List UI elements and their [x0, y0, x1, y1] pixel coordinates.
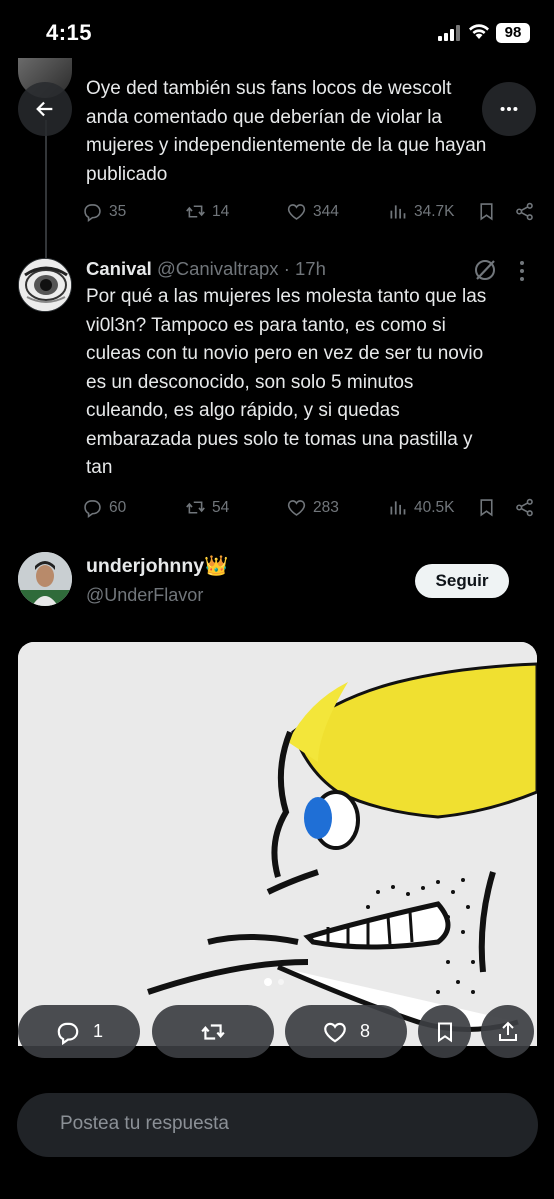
back-button[interactable]: [18, 82, 72, 136]
reply-icon: [84, 500, 101, 518]
display-name-text: underjohnny: [86, 555, 205, 577]
crown-emoji: 👑: [204, 555, 229, 577]
views-button[interactable]: 40.5K: [387, 497, 455, 518]
retweet-icon: [201, 1023, 225, 1040]
tweet-text: Por qué a las mujeres les molesta tanto …: [86, 286, 487, 478]
battery-indicator: 98: [496, 23, 530, 43]
tweet-actions: 35 14 344 34.7K: [82, 201, 540, 225]
like-count: 283: [313, 498, 339, 516]
like-button[interactable]: 8: [285, 1005, 407, 1058]
handle[interactable]: @Canivaltrapx: [157, 258, 279, 279]
like-button[interactable]: 344: [286, 201, 339, 222]
bookmark-button[interactable]: [418, 1005, 471, 1058]
reply-placeholder: Postea tu respuesta: [60, 1113, 229, 1134]
like-icon: [324, 1022, 346, 1042]
bookmark-button[interactable]: [476, 497, 497, 518]
share-button[interactable]: [514, 201, 535, 222]
retweet-count: 54: [212, 498, 230, 516]
share-icon: [516, 498, 533, 517]
bookmark-icon: [480, 499, 493, 517]
handle[interactable]: @UnderFlavor: [86, 585, 203, 606]
status-time: 4:15: [46, 20, 93, 45]
carousel-indicator: [264, 978, 284, 986]
reply-count: 35: [109, 202, 127, 220]
views-count: 34.7K: [414, 202, 455, 220]
reply-composer[interactable]: Postea tu respuesta: [17, 1093, 538, 1157]
bookmark-button[interactable]: [476, 201, 497, 222]
retweet-icon: [186, 501, 205, 514]
cellular-signal-icon: [438, 25, 462, 41]
bookmark-icon: [437, 1022, 452, 1042]
back-arrow-icon: [36, 101, 53, 117]
views-icon: [390, 501, 406, 515]
like-count: 8: [359, 1021, 370, 1041]
retweet-button[interactable]: [152, 1005, 274, 1058]
reply-icon: [57, 1022, 79, 1045]
tweet-header: Canival @Canivaltrapx · 17h: [86, 258, 326, 280]
views-icon: [390, 205, 406, 219]
like-button[interactable]: 283: [286, 497, 339, 518]
avatar[interactable]: [18, 258, 72, 312]
reply-count: 60: [109, 498, 127, 516]
avatar[interactable]: [18, 552, 72, 606]
tweet-actions: 60 54 283 40.5K: [82, 497, 540, 521]
share-button[interactable]: [514, 497, 535, 518]
tweet-text: Oye ded también sus fans locos de wescol…: [86, 78, 487, 185]
grok-icon[interactable]: [473, 258, 497, 282]
views-count: 40.5K: [414, 498, 455, 516]
wifi-icon: [469, 24, 489, 39]
retweet-icon: [186, 205, 205, 218]
like-count: 344: [313, 202, 339, 220]
display-name[interactable]: Canival: [86, 258, 152, 279]
reply-icon: [84, 204, 101, 222]
follow-button[interactable]: Seguir: [415, 564, 509, 598]
more-options-icon[interactable]: [518, 260, 526, 282]
reply-count: 1: [92, 1021, 103, 1041]
display-name[interactable]: underjohnny👑: [86, 554, 228, 578]
like-icon: [287, 204, 306, 220]
timestamp: · 17h: [283, 258, 326, 279]
bookmark-icon: [480, 203, 493, 221]
like-icon: [287, 500, 306, 516]
retweet-button[interactable]: 14: [185, 201, 229, 222]
views-button[interactable]: 34.7K: [387, 201, 455, 222]
reply-button[interactable]: 35: [82, 201, 126, 222]
status-bar: 4:15 98: [0, 0, 554, 66]
more-button[interactable]: [482, 82, 536, 136]
reply-button[interactable]: 60: [82, 497, 126, 518]
reply-button[interactable]: 1: [18, 1005, 140, 1058]
retweet-count: 14: [212, 202, 230, 220]
share-icon: [516, 202, 533, 221]
share-button[interactable]: [481, 1005, 534, 1058]
more-icon: [500, 106, 518, 112]
retweet-button[interactable]: 54: [185, 497, 229, 518]
upload-icon: [498, 1021, 517, 1041]
thread-connector-line: [45, 120, 47, 260]
